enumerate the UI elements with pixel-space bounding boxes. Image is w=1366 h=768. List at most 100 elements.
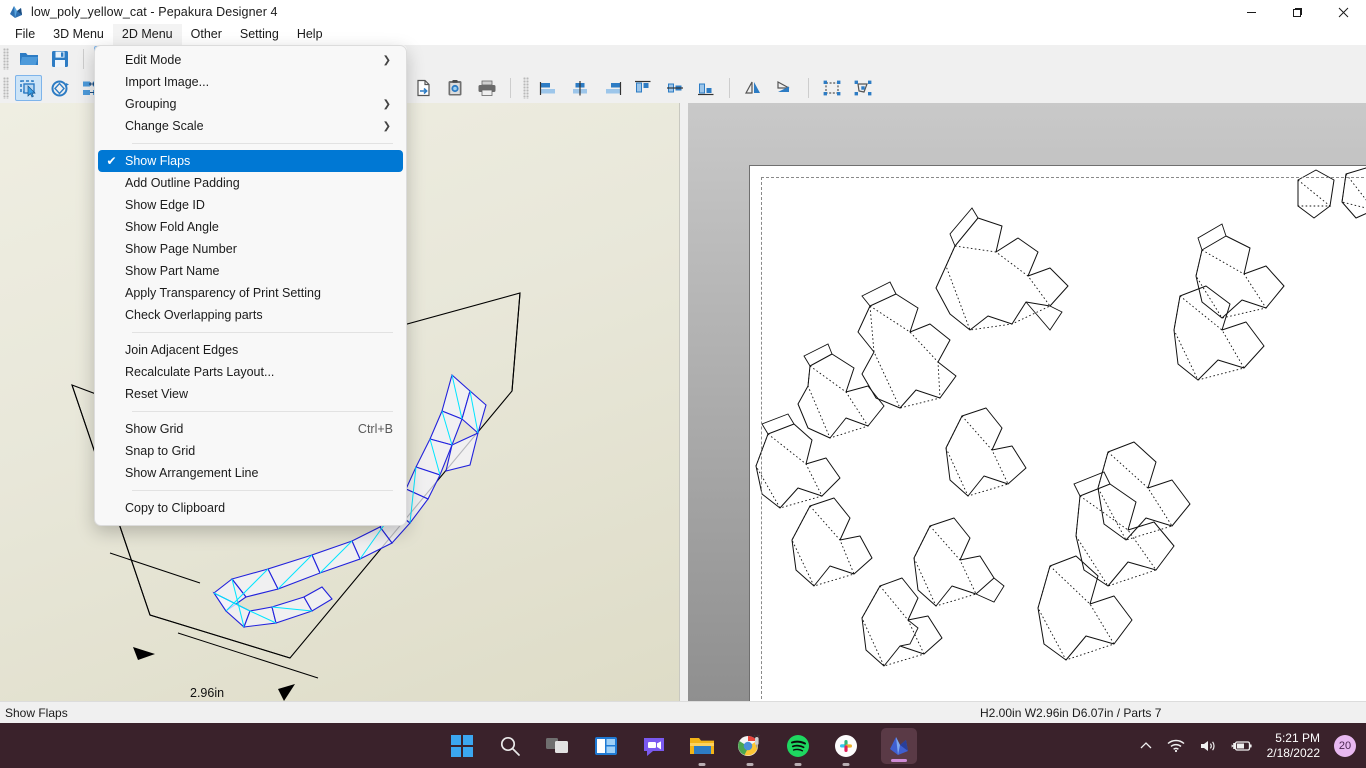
menu-item-snap-to-grid[interactable]: Snap to Grid <box>98 440 403 462</box>
align-left-icon[interactable] <box>536 75 563 101</box>
menu-item-show-flaps[interactable]: ✔ Show Flaps <box>98 150 403 172</box>
menu-item-recalculate-parts-layout[interactable]: Recalculate Parts Layout... <box>98 361 403 383</box>
chevron-up-icon[interactable] <box>1139 739 1153 753</box>
menu-item-label: Show Edge ID <box>125 198 403 212</box>
menu-item-change-scale[interactable]: Change Scale ❯ <box>98 115 403 137</box>
chevron-right-icon: ❯ <box>383 99 391 110</box>
open-file-icon[interactable] <box>15 46 42 72</box>
print-icon[interactable] <box>473 75 500 101</box>
menu-item-grouping[interactable]: Grouping ❯ <box>98 93 403 115</box>
menu-item-add-outline-padding[interactable]: Add Outline Padding <box>98 172 403 194</box>
flip-horizontal-icon[interactable] <box>740 75 767 101</box>
menu-item-show-edge-id[interactable]: Show Edge ID <box>98 194 403 216</box>
dimension-label-width: 2.96in <box>190 686 224 700</box>
menu-item-label: Show Flaps <box>125 154 403 168</box>
flip-vertical-icon[interactable] <box>771 75 798 101</box>
start-button-icon[interactable] <box>449 733 475 759</box>
menu-item-reset-view[interactable]: Reset View <box>98 383 403 405</box>
toolbar-separator <box>83 49 84 69</box>
menu-setting[interactable]: Setting <box>231 24 288 45</box>
menu-item-show-part-name[interactable]: Show Part Name <box>98 260 403 282</box>
running-indicator <box>699 763 706 766</box>
toolbar-separator-4 <box>808 78 809 98</box>
clipboard-icon[interactable] <box>442 75 469 101</box>
minimize-button[interactable] <box>1228 0 1274 24</box>
menu-item-join-adjacent-edges[interactable]: Join Adjacent Edges <box>98 339 403 361</box>
volume-icon[interactable] <box>1199 739 1217 753</box>
align-middle-v-icon[interactable] <box>661 75 688 101</box>
chevron-right-icon: ❯ <box>383 55 391 66</box>
menu-item-label: Snap to Grid <box>125 444 403 458</box>
menu-separator <box>132 411 393 412</box>
rotate-part-icon[interactable] <box>47 75 74 101</box>
select-move-icon[interactable] <box>15 75 42 101</box>
menu-item-label: Reset View <box>125 387 403 401</box>
align-right-icon[interactable] <box>598 75 625 101</box>
menu-item-label: Show Grid <box>125 422 358 436</box>
taskbar-clock[interactable]: 5:21 PM 2/18/2022 <box>1267 731 1320 761</box>
menu-item-import-image[interactable]: Import Image... <box>98 71 403 93</box>
battery-charging-icon[interactable] <box>1231 739 1253 753</box>
app-window: low_poly_yellow_cat - Pepakura Designer … <box>0 0 1366 768</box>
maximize-button[interactable] <box>1274 0 1320 24</box>
menu-item-label: Edit Mode <box>125 53 383 67</box>
menu-item-show-fold-angle[interactable]: Show Fold Angle <box>98 216 403 238</box>
system-tray: 5:21 PM 2/18/2022 20 <box>1139 723 1366 768</box>
widgets-icon[interactable] <box>593 733 619 759</box>
wifi-icon[interactable] <box>1167 739 1185 753</box>
chrome-icon[interactable] <box>737 733 763 759</box>
menu-item-show-arrangement-line[interactable]: Show Arrangement Line <box>98 462 403 484</box>
menu-other[interactable]: Other <box>182 24 231 45</box>
scatter-parts-icon[interactable] <box>850 75 877 101</box>
notification-badge[interactable]: 20 <box>1334 735 1356 757</box>
clock-date: 2/18/2022 <box>1267 746 1320 761</box>
align-top-icon[interactable] <box>630 75 657 101</box>
unfold-sheet-page[interactable] <box>750 166 1366 701</box>
status-dimensions-text: H2.00in W2.96in D6.07in / Parts 7 <box>980 706 1161 720</box>
pepakura-app-icon <box>8 4 24 20</box>
menu-item-label: Check Overlapping parts <box>125 308 403 322</box>
menu-item-label: Show Part Name <box>125 264 403 278</box>
2d-menu-dropdown[interactable]: Edit Mode ❯ Import Image... Grouping ❯ C… <box>94 45 407 526</box>
menu-item-label: Recalculate Parts Layout... <box>125 365 403 379</box>
spotify-icon[interactable] <box>785 733 811 759</box>
clock-time: 5:21 PM <box>1267 731 1320 746</box>
menu-separator <box>132 332 393 333</box>
toolbar-grip-2[interactable] <box>3 77 9 99</box>
save-file-icon[interactable] <box>47 46 74 72</box>
menu-3d[interactable]: 3D Menu <box>44 24 113 45</box>
menu-item-copy-to-clipboard[interactable]: Copy to Clipboard <box>98 497 403 519</box>
menu-item-apply-transparency[interactable]: Apply Transparency of Print Setting <box>98 282 403 304</box>
search-icon[interactable] <box>497 733 523 759</box>
checkmark-icon: ✔ <box>98 154 125 168</box>
menu-file[interactable]: File <box>6 24 44 45</box>
toolbar-grip-3[interactable] <box>523 77 529 99</box>
running-indicator <box>795 763 802 766</box>
menu-item-show-grid[interactable]: Show Grid Ctrl+B <box>98 418 403 440</box>
menu-help[interactable]: Help <box>288 24 332 45</box>
file-explorer-icon[interactable] <box>689 733 715 759</box>
slack-icon[interactable] <box>833 733 859 759</box>
menu-item-label: Apply Transparency of Print Setting <box>125 286 403 300</box>
select-all-parts-icon[interactable] <box>818 75 845 101</box>
menu-item-label: Add Outline Padding <box>125 176 403 190</box>
menu-item-show-page-number[interactable]: Show Page Number <box>98 238 403 260</box>
close-button[interactable] <box>1320 0 1366 24</box>
viewport-2d[interactable] <box>688 103 1366 701</box>
toolbar-grip[interactable] <box>3 48 9 70</box>
align-bottom-icon[interactable] <box>693 75 720 101</box>
menu-item-label: Join Adjacent Edges <box>125 343 403 357</box>
menu-item-check-overlapping-parts[interactable]: Check Overlapping parts <box>98 304 403 326</box>
title-bar: low_poly_yellow_cat - Pepakura Designer … <box>0 0 1366 24</box>
pepakura-taskbar-icon[interactable] <box>881 728 917 764</box>
menu-2d[interactable]: 2D Menu <box>113 24 182 45</box>
pane-splitter[interactable] <box>680 103 688 701</box>
sheet-margin-guide <box>761 177 1366 701</box>
menu-separator <box>132 490 393 491</box>
export-icon[interactable] <box>410 75 437 101</box>
taskbar: 5:21 PM 2/18/2022 20 <box>0 723 1366 768</box>
menu-item-edit-mode[interactable]: Edit Mode ❯ <box>98 49 403 71</box>
chat-icon[interactable] <box>641 733 667 759</box>
task-view-icon[interactable] <box>545 733 571 759</box>
align-center-h-icon[interactable] <box>567 75 594 101</box>
